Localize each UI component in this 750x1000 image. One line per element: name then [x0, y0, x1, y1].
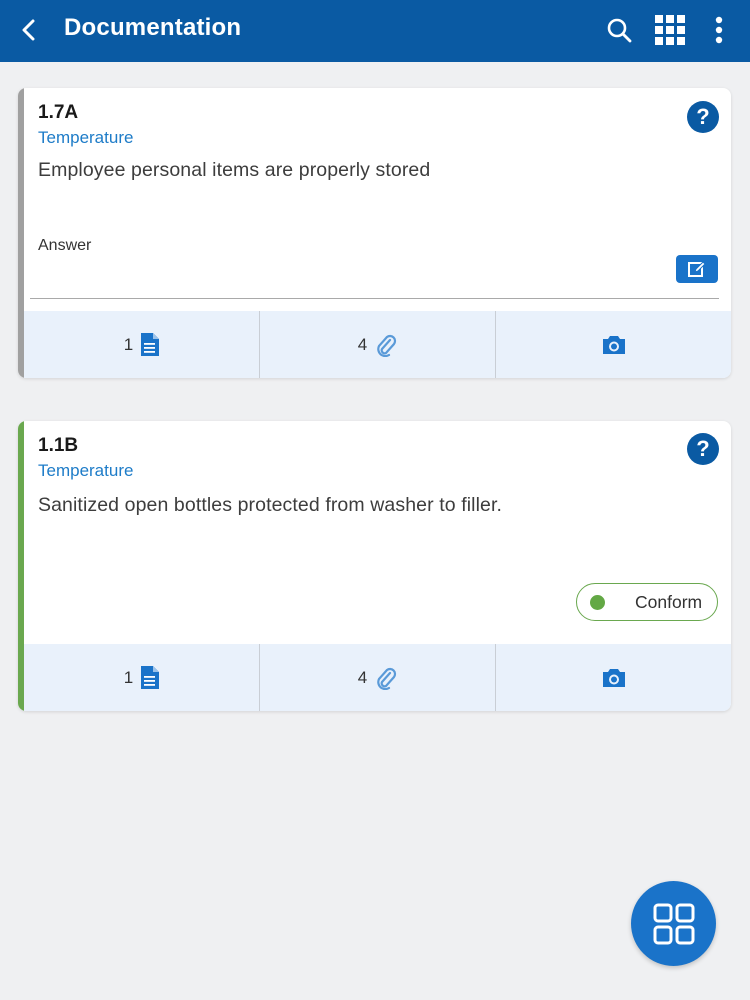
answer-label: Answer [38, 237, 92, 254]
attachments-button[interactable]: 4 [260, 311, 496, 378]
documents-count: 1 [123, 667, 134, 687]
edit-icon [688, 261, 706, 277]
help-icon: ? [696, 436, 710, 461]
paperclip-icon [377, 334, 397, 357]
document-icon [141, 666, 160, 689]
answer-value: Conform [635, 591, 703, 612]
paperclip-icon [377, 667, 397, 690]
card-footer: 1 4 [24, 644, 731, 711]
documents-button[interactable]: 1 [24, 311, 260, 378]
app-bar: Documentation [0, 0, 750, 62]
question-code: 1.1B [38, 435, 79, 456]
answer-conform-chip[interactable]: Conform [576, 583, 718, 621]
question-card: 1.7A Temperature Employee personal items… [18, 88, 731, 378]
search-icon [607, 18, 632, 43]
attachments-button[interactable]: 4 [260, 644, 496, 711]
status-dot [590, 594, 605, 610]
help-button[interactable]: ? [687, 101, 719, 133]
attachments-count: 4 [357, 334, 368, 354]
chevron-left-icon [22, 19, 35, 41]
grid-view-fab[interactable] [631, 881, 716, 966]
more-vert-icon [715, 16, 723, 44]
more-options-button[interactable] [703, 14, 735, 46]
apps-grid-icon [655, 15, 685, 45]
question-code: 1.7A [38, 102, 79, 123]
help-icon: ? [696, 104, 710, 129]
help-button[interactable]: ? [687, 433, 719, 465]
apps-button[interactable] [654, 14, 686, 46]
question-text: Sanitized open bottles protected from wa… [38, 494, 502, 516]
question-category: Temperature [38, 461, 134, 480]
document-icon [141, 333, 160, 356]
card-footer: 1 4 [24, 311, 731, 378]
camera-icon [602, 335, 625, 354]
grid-view-icon [653, 903, 694, 944]
page-title: Documentation [64, 14, 242, 41]
edit-answer-button[interactable] [676, 255, 718, 283]
question-text: Employee personal items are properly sto… [38, 159, 431, 181]
camera-button[interactable] [496, 311, 731, 378]
back-button[interactable] [14, 15, 44, 45]
search-button[interactable] [603, 14, 635, 46]
camera-icon [602, 668, 625, 687]
question-category: Temperature [38, 128, 134, 147]
camera-button[interactable] [496, 644, 731, 711]
documents-count: 1 [123, 334, 134, 354]
answer-divider [30, 298, 719, 299]
documents-button[interactable]: 1 [24, 644, 260, 711]
question-card: 1.1B Temperature Sanitized open bottles … [18, 421, 731, 711]
attachments-count: 4 [357, 667, 368, 687]
